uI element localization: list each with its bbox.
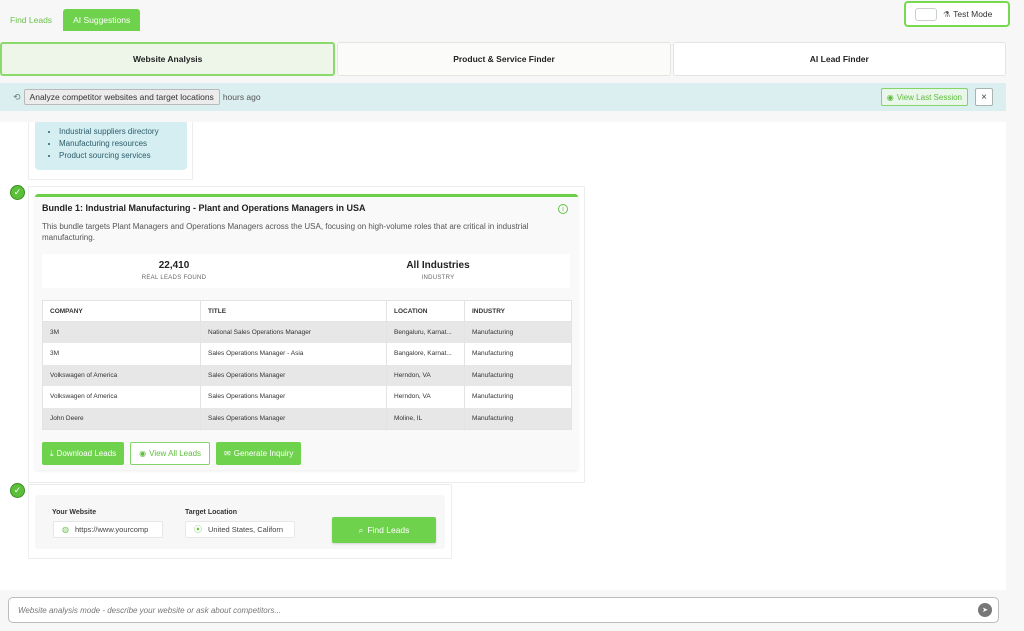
table-row: 3M Sales Operations Manager - Asia Banga… xyxy=(42,343,572,365)
bundle-title: Bundle 1: Industrial Manufacturing - Pla… xyxy=(42,203,366,213)
cell-company: Volkswagen of America xyxy=(42,386,201,408)
cell-title: Sales Operations Manager xyxy=(200,407,387,429)
website-label: Your Website xyxy=(52,509,97,516)
location-input[interactable]: ⦿ United States, Californ xyxy=(185,521,295,538)
view-all-leads-label: View All Leads xyxy=(149,449,202,458)
find-leads-label: Find Leads xyxy=(367,525,410,535)
test-mode-label: Test Mode xyxy=(953,9,993,19)
cell-location: Herndon, VA xyxy=(386,364,465,386)
website-input[interactable]: ◍ https://www.yourcomp xyxy=(53,521,163,538)
search-icon: ⌕ xyxy=(358,524,364,535)
cell-company: John Deere xyxy=(42,407,201,429)
tooltip: Analyze competitor websites and target l… xyxy=(23,89,220,105)
stat-label: INDUSTRY xyxy=(421,275,455,281)
tab-ai-lead-finder[interactable]: AI Lead Finder xyxy=(672,42,1006,76)
cell-location: Bengaluru, Karnat... xyxy=(386,321,465,343)
list-item: Product sourcing services xyxy=(59,150,187,162)
flask-icon: ⚗ xyxy=(943,9,951,19)
bundle-description: This bundle targets Plant Managers and O… xyxy=(42,222,529,242)
test-mode-toggle[interactable] xyxy=(915,7,937,21)
tab-website-analysis[interactable]: Website Analysis xyxy=(0,42,336,76)
column-header: TITLE xyxy=(200,300,387,322)
cell-industry: Manufacturing xyxy=(464,321,572,343)
stat-label: REAL LEADS FOUND xyxy=(141,275,207,281)
stat-value: 22,410 xyxy=(158,260,190,271)
cell-location: Herndon, VA xyxy=(386,386,465,408)
stat-industry: All Industries INDUSTRY xyxy=(306,254,570,288)
cell-location: Moline, IL xyxy=(386,407,465,429)
tab-find-leads[interactable]: Find Leads xyxy=(0,9,62,31)
chat-input[interactable] xyxy=(18,605,968,615)
location-value: United States, Californ xyxy=(208,525,284,534)
tab-product-service-finder[interactable]: Product & Service Finder xyxy=(337,42,671,76)
stat-value: All Industries xyxy=(406,260,470,271)
bundle-actions: ⤓ Download Leads ◉ View All Leads ✉ Gene… xyxy=(42,442,302,465)
globe-icon: ◍ xyxy=(62,525,69,534)
generate-inquiry-label: Generate Inquiry xyxy=(233,449,294,458)
website-form-message: Your Website ◍ https://www.yourcomp Targ… xyxy=(28,484,452,559)
mail-icon: ✉ xyxy=(224,449,231,458)
check-icon: ✓ xyxy=(10,185,25,200)
download-icon: ⤓ xyxy=(50,448,54,458)
check-icon: ✓ xyxy=(10,483,25,498)
table-row: 3M National Sales Operations Manager Ben… xyxy=(42,321,572,343)
view-last-session-label: View Last Session xyxy=(896,92,962,102)
chat-input-bar: ➤ xyxy=(8,597,999,623)
table-row: Volkswagen of America Sales Operations M… xyxy=(42,364,572,386)
top-nav-tabs: Find Leads AI Suggestions xyxy=(0,9,141,32)
suggestions-card: Industrial suppliers directory Manufactu… xyxy=(28,122,193,180)
column-header: LOCATION xyxy=(386,300,465,322)
cell-title: National Sales Operations Manager xyxy=(200,321,387,343)
find-leads-button[interactable]: ⌕ Find Leads xyxy=(332,517,436,543)
download-leads-button[interactable]: ⤓ Download Leads xyxy=(42,442,125,465)
cell-title: Sales Operations Manager xyxy=(200,364,387,386)
view-all-leads-button[interactable]: ◉ View All Leads xyxy=(130,442,211,465)
website-value: https://www.yourcomp xyxy=(74,525,149,534)
chat-content: Industrial suppliers directory Manufactu… xyxy=(0,122,1006,590)
mode-tabs: Website Analysis Product & Service Finde… xyxy=(0,42,1006,78)
column-header: INDUSTRY xyxy=(464,300,572,322)
location-label: Target Location xyxy=(185,509,237,516)
location-pin-icon: ⦿ xyxy=(194,525,202,534)
list-item: Manufacturing resources xyxy=(59,138,187,150)
test-mode-control[interactable]: ⚗ Test Mode xyxy=(904,1,1010,27)
info-icon[interactable]: i xyxy=(558,204,568,214)
cell-company: Volkswagen of America xyxy=(42,364,201,386)
banner-text: hours ago xyxy=(222,92,261,102)
eye-icon: ◉ xyxy=(139,449,147,458)
send-icon[interactable]: ➤ xyxy=(978,603,992,617)
generate-inquiry-button[interactable]: ✉ Generate Inquiry xyxy=(216,442,302,465)
cell-company: 3M xyxy=(42,343,201,365)
suggestions-list: Industrial suppliers directory Manufactu… xyxy=(35,122,187,170)
list-item: Industrial suppliers directory xyxy=(59,126,187,138)
close-banner-button[interactable]: × xyxy=(975,88,993,106)
cell-industry: Manufacturing xyxy=(464,343,572,365)
leads-table: COMPANY TITLE LOCATION INDUSTRY 3M Natio… xyxy=(42,300,572,430)
bundle-card: Bundle 1: Industrial Manufacturing - Pla… xyxy=(35,194,578,470)
bundle-stats: 22,410 REAL LEADS FOUND All Industries I… xyxy=(42,254,570,288)
cell-title: Sales Operations Manager - Asia xyxy=(200,343,387,365)
column-header: COMPANY xyxy=(42,300,201,322)
cell-title: Sales Operations Manager xyxy=(200,386,387,408)
eye-icon: ◉ xyxy=(886,92,894,102)
bundle-message: Bundle 1: Industrial Manufacturing - Pla… xyxy=(28,186,585,483)
download-leads-label: Download Leads xyxy=(56,449,117,458)
view-last-session-button[interactable]: ◉ View Last Session xyxy=(880,88,968,106)
tab-ai-suggestions[interactable]: AI Suggestions xyxy=(63,9,141,31)
table-row: John Deere Sales Operations Manager Moli… xyxy=(42,407,572,429)
history-icon: ⟲ xyxy=(13,91,21,102)
cell-industry: Manufacturing xyxy=(464,386,572,408)
table-row: Volkswagen of America Sales Operations M… xyxy=(42,386,572,408)
test-mode-label-wrap: ⚗ Test Mode xyxy=(943,9,992,19)
stat-leads: 22,410 REAL LEADS FOUND xyxy=(42,254,306,288)
session-banner: ⟲ Analyze competitor websites and target… xyxy=(0,83,1006,111)
table-header-row: COMPANY TITLE LOCATION INDUSTRY xyxy=(42,300,572,322)
cell-company: 3M xyxy=(42,321,201,343)
cell-industry: Manufacturing xyxy=(464,407,572,429)
cell-industry: Manufacturing xyxy=(464,364,572,386)
website-form: Your Website ◍ https://www.yourcomp Targ… xyxy=(35,495,445,549)
cell-location: Bangalore, Karnat... xyxy=(386,343,465,365)
